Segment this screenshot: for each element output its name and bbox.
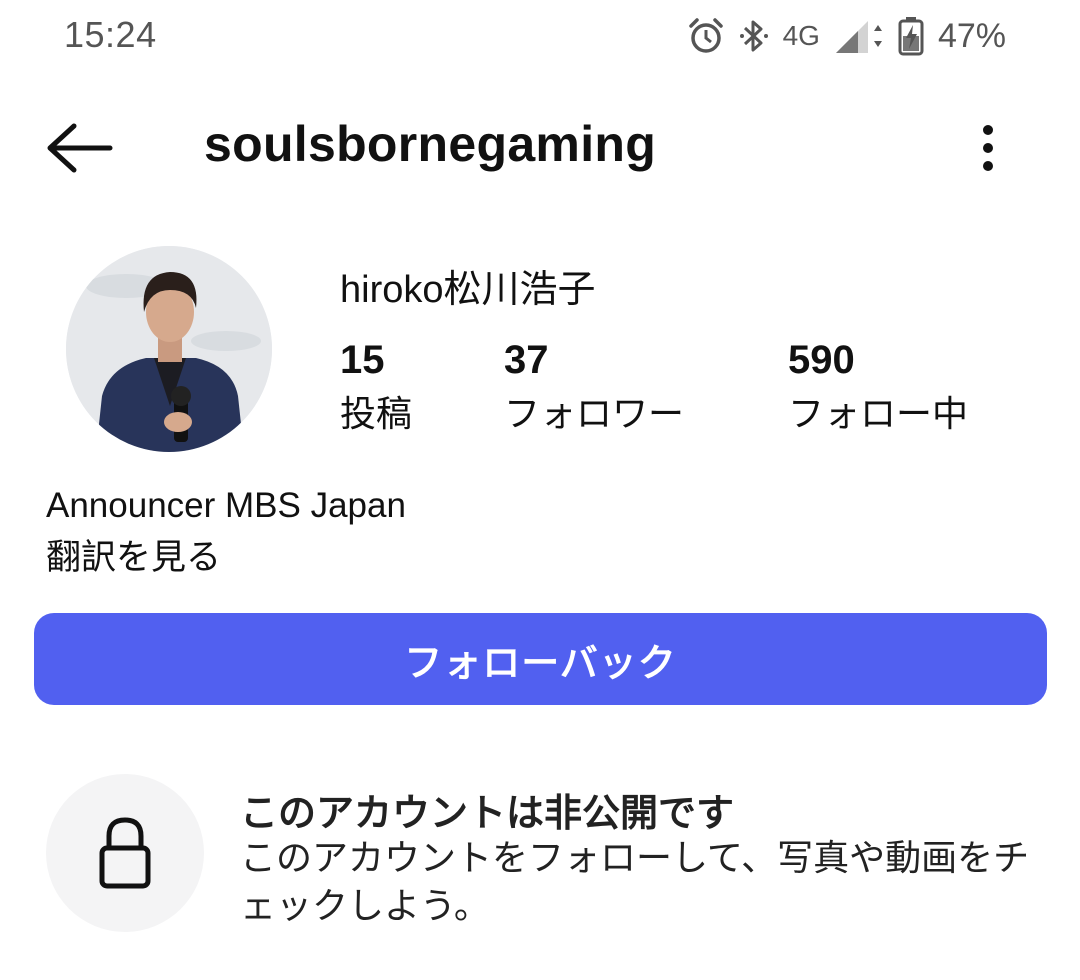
battery-charging-icon [898,17,924,56]
display-name: hiroko松川浩子 [340,269,596,311]
stat-following[interactable]: 590 フォロー中 [788,336,968,438]
more-vertical-icon [983,125,993,171]
lock-icon [99,817,151,889]
private-account-title: このアカウントは非公開です [240,793,735,835]
battery-percent: 47% [937,16,1006,55]
profile-photo [66,246,272,452]
back-button[interactable] [42,118,116,178]
following-label: フォロー中 [788,393,969,434]
stat-followers[interactable]: 37 フォロワー [504,336,684,438]
following-count: 590 [788,338,855,382]
translate-link[interactable]: 翻訳を見る [46,532,221,584]
network-type: 4G [782,20,820,51]
status-time: 15:24 [64,14,157,55]
page-title: soulsbornegaming [204,116,657,172]
alarm-icon [688,18,723,53]
bluetooth-icon [739,20,768,52]
private-account-description: このアカウントをフォローして、写真や動画をチェックしよう。 [240,837,1030,926]
followers-count: 37 [504,338,549,382]
posts-count: 15 [340,338,385,382]
signal-icon [835,21,882,53]
avatar[interactable] [66,246,272,452]
lock-badge [46,774,204,932]
bio-text: Announcer MBS Japan [46,486,406,525]
posts-label: 投稿 [340,393,413,434]
follow-back-button[interactable]: フォローバック [34,613,1047,705]
status-icons: 4G 47% [687,12,1006,60]
arrow-left-icon [47,123,113,173]
stat-posts: 15 投稿 [340,336,412,438]
more-options-button[interactable] [968,118,1008,178]
followers-label: フォロワー [504,393,685,434]
